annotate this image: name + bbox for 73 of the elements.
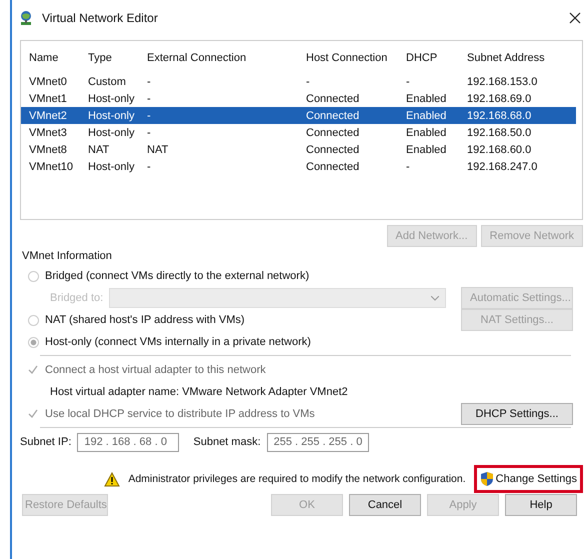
- table-cell-text: Host-only: [88, 126, 136, 138]
- radio-button[interactable]: [28, 314, 39, 326]
- table-cell-text: Enabled: [406, 92, 448, 104]
- table-cell-text: Host-only: [88, 110, 136, 122]
- shield-icon: [480, 471, 494, 487]
- table-cell-text: VMnet3: [29, 126, 68, 138]
- table-cell-text: VMnet8: [29, 144, 68, 156]
- table-cell-text: Enabled: [406, 144, 448, 156]
- table-cell-text: Connected: [306, 160, 360, 172]
- table-cell-text: -: [406, 76, 411, 88]
- table-cell-text: NAT: [88, 144, 110, 156]
- radio-label: Bridged (connect VMs directly to the external network): [45, 270, 310, 282]
- field-label: Subnet mask:: [193, 436, 261, 448]
- table-cell-text: 192.168.50.0: [467, 126, 532, 138]
- table-cell-text: -: [147, 76, 152, 88]
- table-cell-text: -: [406, 160, 411, 172]
- button[interactable]: Cancel: [349, 494, 421, 516]
- table-cell-text: Host-only: [88, 160, 136, 172]
- table-row[interactable]: VMnet3 Host-only - Connected Enabled 192.168.50.0: [21, 124, 576, 141]
- table-cell-text: 192.168.68.0: [467, 110, 532, 122]
- table-row[interactable]: VMnet0 Custom - - - 192.168.153.0: [21, 73, 576, 90]
- column-header: Subnet Address: [467, 52, 546, 64]
- caret-icon: [431, 296, 440, 300]
- table-cell-text: Host-only: [88, 92, 136, 104]
- table-cell-text: -: [306, 76, 311, 88]
- warning-icon: [104, 472, 120, 486]
- table-cell-text: Connected: [306, 92, 360, 104]
- radio-button[interactable]: [28, 270, 39, 282]
- table-cell-text: VMnet2: [29, 110, 68, 122]
- warning-message: Administrator privileges are required to modify the network configuration.: [128, 473, 466, 485]
- table-cell-text: Connected: [306, 110, 360, 122]
- checkbox-label: Use local DHCP service to distribute IP address to VMs: [45, 408, 315, 420]
- column-header: Name: [29, 52, 60, 64]
- table-cell-text: -: [147, 92, 152, 104]
- ip-address-field[interactable]: 192 . 168 . 68 . 0: [77, 432, 180, 452]
- table-cell-text: 192.168.247.0: [467, 160, 538, 172]
- adapter-name-text: Host virtual adapter name: VMware Network Adapter VMnet2: [50, 386, 348, 398]
- radio-label: Host-only (connect VMs internally in a private network): [45, 336, 311, 348]
- table-row[interactable]: VMnet2 Host-only - Connected Enabled 192.168.68.0: [21, 107, 576, 124]
- table-cell-text: VMnet1: [29, 92, 68, 104]
- table-cell-text: Custom: [88, 76, 127, 88]
- table-cell-text: VMnet10: [29, 160, 74, 172]
- table-cell-text: 192.168.153.0: [467, 76, 538, 88]
- window-title: Virtual Network Editor: [42, 11, 158, 25]
- field-label: Subnet IP:: [20, 436, 72, 448]
- table-cell-text: Enabled: [406, 126, 448, 138]
- checkbox-label: Connect a host virtual adapter to this network: [45, 364, 266, 376]
- column-header: External Connection: [147, 52, 248, 64]
- table-cell-text: Enabled: [406, 110, 448, 122]
- table-cell-text: 192.168.60.0: [467, 144, 532, 156]
- table-cell-text: Connected: [306, 126, 360, 138]
- network-globe-icon: [18, 10, 34, 26]
- column-header: Host Connection: [306, 52, 388, 64]
- table-cell-text: VMnet0: [29, 76, 68, 88]
- field-label: Bridged to:: [50, 292, 104, 304]
- button[interactable]: Help: [505, 494, 577, 516]
- table-cell-text: -: [147, 126, 152, 138]
- button[interactable]: Change Settings: [474, 465, 583, 493]
- close-icon[interactable]: [569, 12, 581, 24]
- radio-label: NAT (shared host's IP address with VMs): [45, 314, 245, 326]
- table-cell-text: NAT: [147, 144, 170, 156]
- section-heading: VMnet Information: [21, 250, 113, 262]
- radio-button[interactable]: [28, 336, 39, 348]
- table-row[interactable]: VMnet8 NAT NAT Connected Enabled 192.168.60.0: [21, 141, 576, 158]
- table-row[interactable]: VMnet1 Host-only - Connected Enabled 192.168.69.0: [21, 90, 576, 107]
- ip-address-field[interactable]: 255 . 255 . 255 . 0: [266, 432, 369, 452]
- table-row[interactable]: VMnet10 Host-only - Connected - 192.168.247.0: [21, 158, 576, 175]
- table-cell-text: Connected: [306, 144, 360, 156]
- table-cell-text: 192.168.69.0: [467, 92, 532, 104]
- table-cell-text: -: [147, 110, 152, 122]
- table-cell-text: -: [147, 160, 152, 172]
- column-header: Type: [88, 52, 113, 64]
- column-header: DHCP: [406, 52, 438, 64]
